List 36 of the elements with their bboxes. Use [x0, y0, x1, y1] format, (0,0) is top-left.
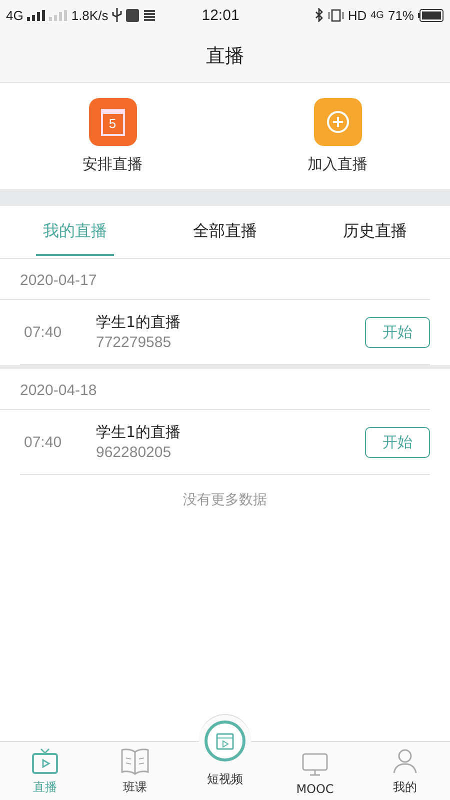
start-time: 07:40 — [23, 324, 63, 340]
nav-item[interactable]: 短视频 — [180, 714, 270, 800]
signal-icon — [49, 10, 68, 20]
vibrate-icon — [328, 8, 344, 22]
usb-icon — [112, 8, 122, 22]
tab[interactable]: 历史直播 — [300, 206, 450, 258]
nav-item[interactable]: 我的 — [360, 742, 450, 800]
signal-icon — [27, 10, 46, 20]
network-label: 4G — [6, 8, 24, 22]
live-id: 962280205 — [96, 444, 172, 461]
nav-item[interactable]: 班课 — [90, 742, 180, 800]
action-button[interactable]: 5 安排直播 — [82, 98, 142, 174]
person-icon — [391, 747, 419, 775]
live-title: 学生1的直播 — [96, 313, 182, 332]
live-id: 772279585 — [96, 334, 172, 351]
date-heading: 2020-04-18 — [0, 369, 430, 410]
hd-label: HD — [348, 8, 367, 22]
date-heading: 2020-04-17 — [0, 259, 430, 300]
page-title: 直播 — [206, 44, 244, 69]
battery-percent: 71% — [388, 8, 414, 22]
start-time: 07:40 — [23, 434, 63, 450]
battery-icon — [418, 8, 444, 22]
live-title: 学生1的直播 — [96, 423, 182, 442]
no-more-data-text: 没有更多数据 — [182, 491, 268, 509]
tab[interactable]: 全部直播 — [150, 206, 300, 258]
action-button[interactable]: 加入直播 — [308, 98, 368, 174]
app-icon — [126, 8, 140, 22]
speed-label: 1.8K/s — [71, 8, 108, 22]
database-icon — [143, 8, 156, 22]
nav-item[interactable]: MOOC — [270, 742, 360, 800]
bluetooth-icon — [314, 8, 324, 22]
tv-icon — [31, 747, 59, 775]
calendar-icon: 5 — [88, 98, 136, 146]
clock: 12:01 — [202, 6, 240, 24]
network-label: 4G — [370, 10, 384, 20]
book-icon — [120, 747, 150, 775]
